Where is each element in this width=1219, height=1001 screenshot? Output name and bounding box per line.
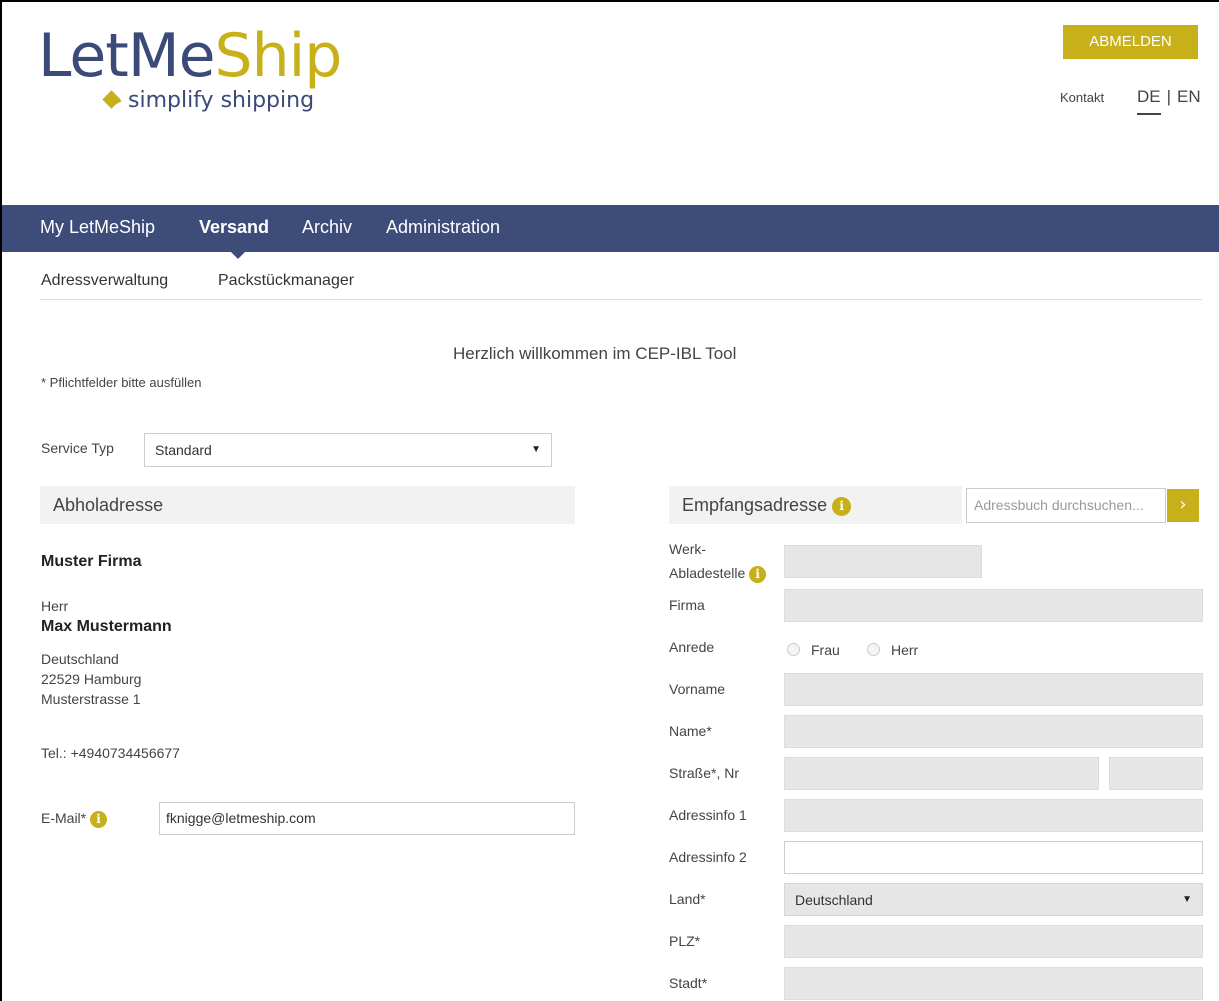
pickup-country: Deutschland (41, 651, 119, 667)
nav-item-administration[interactable]: Administration (386, 217, 500, 238)
diamond-arrow-icon (102, 90, 124, 112)
werk-abladestelle-field[interactable] (784, 545, 982, 578)
logo-tagline-text: simplify shipping (128, 88, 315, 113)
subnav-divider (40, 299, 1202, 300)
email-label: E-Mail* i (41, 810, 108, 828)
recipient-section-header: Empfangsadresse i (669, 486, 962, 524)
werk-label-text: Abladestelle (669, 565, 746, 581)
lang-de-link[interactable]: DE (1137, 87, 1161, 106)
subnav-item-adressverwaltung[interactable]: Adressverwaltung (41, 272, 168, 290)
pickup-phone: Tel.: +4940734456677 (41, 745, 180, 761)
land-label: Land* (669, 891, 706, 907)
pickup-section-header: Abholadresse (40, 486, 575, 524)
adressinfo2-label: Adressinfo 2 (669, 849, 747, 865)
strasse-label: Straße*, Nr (669, 765, 740, 781)
vorname-field[interactable] (784, 673, 1203, 706)
strasse-field[interactable] (784, 757, 1099, 790)
page-frame: LetMeShip simplify shipping ABMELDEN Kon… (0, 0, 1219, 1001)
firma-label: Firma (669, 597, 705, 613)
radio-frau-label[interactable]: Frau (811, 642, 840, 658)
logo-part-ship: Ship (214, 21, 343, 91)
anrede-label: Anrede (669, 639, 715, 655)
land-select[interactable]: Deutschland ▼ (784, 883, 1203, 916)
plz-field[interactable] (784, 925, 1203, 958)
werk-label-line2: Abladestelle i (669, 565, 767, 583)
land-select-value: Deutschland (795, 892, 873, 908)
hausnummer-field[interactable] (1109, 757, 1203, 790)
caret-down-icon: ▼ (531, 444, 541, 455)
subnav-item-packstueckmanager[interactable]: Packstückmanager (218, 272, 354, 290)
pickup-salutation: Herr (41, 598, 69, 614)
adressinfo2-field[interactable] (784, 841, 1203, 874)
name-label: Name* (669, 723, 712, 739)
required-fields-note: * Pflichtfelder bitte ausfüllen (41, 375, 202, 390)
logo[interactable]: LetMeShip simplify shipping (38, 21, 343, 113)
email-field[interactable]: fknigge@letmeship.com (159, 802, 575, 835)
stadt-label: Stadt* (669, 975, 708, 991)
active-nav-indicator (230, 251, 246, 259)
contact-link[interactable]: Kontakt (1060, 90, 1104, 105)
info-icon[interactable]: i (749, 565, 767, 583)
main-nav: My LetMeShip Versand Archiv Administrati… (2, 205, 1219, 252)
service-type-label: Service Typ (41, 440, 114, 456)
email-label-text: E-Mail* (41, 810, 87, 826)
adressinfo1-label: Adressinfo 1 (669, 807, 747, 823)
info-icon[interactable]: i (90, 810, 108, 828)
nav-item-my-letmeship[interactable]: My LetMeShip (40, 217, 155, 238)
pickup-street: Musterstrasse 1 (41, 691, 141, 707)
service-type-value: Standard (155, 442, 212, 458)
nav-item-versand[interactable]: Versand (199, 217, 269, 238)
info-icon[interactable]: i (832, 496, 852, 516)
plz-label: PLZ* (669, 933, 701, 949)
caret-down-icon: ▼ (1182, 894, 1192, 905)
logo-tagline: simplify shipping (102, 88, 314, 113)
werk-label-line1: Werk- (669, 541, 707, 557)
nav-item-archiv[interactable]: Archiv (302, 217, 352, 238)
firma-field[interactable] (784, 589, 1203, 622)
logo-part-letme: LetMe (38, 21, 215, 91)
pickup-section-title: Abholadresse (53, 495, 164, 515)
address-book-search-input[interactable]: Adressbuch durchsuchen... (966, 488, 1166, 523)
recipient-section-title: Empfangsadresse (682, 495, 828, 515)
stadt-field[interactable] (784, 967, 1203, 1000)
radio-herr[interactable] (867, 643, 880, 656)
lang-en-link[interactable]: EN (1177, 87, 1201, 106)
radio-herr-label[interactable]: Herr (891, 642, 918, 658)
radio-frau[interactable] (787, 643, 800, 656)
pickup-company: Muster Firma (41, 553, 142, 570)
language-switcher: DE | EN (1137, 87, 1201, 107)
chevron-right-icon: › (1179, 494, 1187, 515)
pickup-city: 22529 Hamburg (41, 671, 142, 687)
logo-wordmark: LetMeShip (38, 21, 343, 91)
lang-separator: | (1166, 87, 1172, 106)
service-type-select[interactable]: Standard ▼ (144, 433, 552, 467)
address-book-search-button[interactable]: › (1167, 489, 1199, 522)
page-title: Herzlich willkommen im CEP-IBL Tool (453, 344, 737, 363)
vorname-label: Vorname (669, 681, 726, 697)
adressinfo1-field[interactable] (784, 799, 1203, 832)
name-field[interactable] (784, 715, 1203, 748)
logout-button[interactable]: ABMELDEN (1063, 25, 1198, 59)
pickup-name: Max Mustermann (41, 618, 172, 635)
